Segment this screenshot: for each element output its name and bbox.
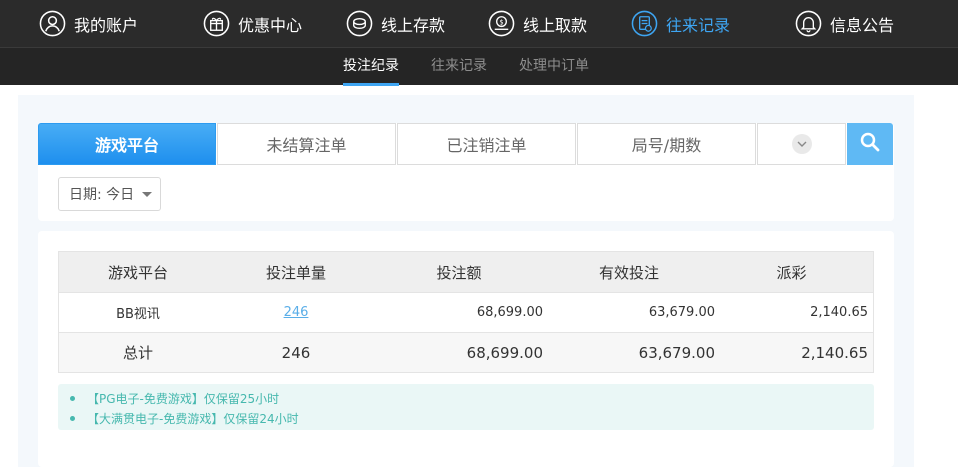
total-label: 总计 <box>122 344 153 362</box>
svg-text:$: $ <box>499 18 503 26</box>
bullet-icon <box>70 395 75 401</box>
total-count: 246 <box>281 343 311 362</box>
results-card: 游戏平台 投注单量 投注额 有效投注 派彩 BB视讯 246 68,699.00… <box>38 231 894 467</box>
tab-unsettled[interactable]: 未结算注单 <box>217 123 396 165</box>
nav-item-label: 信息公告 <box>830 15 895 35</box>
tab-cancelled[interactable]: 已注销注单 <box>397 123 576 165</box>
bullet-icon <box>70 415 75 421</box>
deposit-icon <box>346 10 373 37</box>
nav-item-records[interactable]: 往来记录 <box>631 0 730 47</box>
top-nav: 我的账户 优惠中心 线上存款 $ 线上取款 往来记录 信息公告 <box>0 0 958 47</box>
nav-item-label: 优惠中心 <box>238 15 303 35</box>
withdraw-icon: $ <box>488 10 515 37</box>
subnav-item-bet-records[interactable]: 投注纪录 <box>343 48 399 86</box>
records-icon <box>631 10 658 37</box>
notice-item: 【PG电子-免费游戏】仅保留25小时 <box>70 388 862 408</box>
table-total-row: 总计 246 68,699.00 63,679.00 2,140.65 <box>59 332 873 372</box>
tab-bar: 游戏平台 未结算注单 已注销注单 局号/期数 <box>38 123 894 165</box>
total-payout: 2,140.65 <box>801 343 868 362</box>
nav-item-announcements[interactable]: 信息公告 <box>795 0 894 47</box>
sub-nav: 投注纪录 往来记录 处理中订单 <box>0 47 958 86</box>
column-header: 派彩 <box>776 263 807 282</box>
notice-text: 【PG电子-免费游戏】仅保留25小时 <box>87 391 280 406</box>
table-row: BB视讯 246 68,699.00 63,679.00 2,140.65 <box>59 292 873 332</box>
gift-icon <box>203 10 230 37</box>
tab-more-dropdown[interactable] <box>757 123 846 165</box>
cell-count: 246 <box>217 293 375 332</box>
user-icon <box>39 10 66 37</box>
tab-round-number[interactable]: 局号/期数 <box>577 123 756 165</box>
column-header: 投注额 <box>436 263 482 282</box>
nav-item-label: 线上存款 <box>381 15 446 35</box>
nav-item-label: 往来记录 <box>666 15 731 35</box>
nav-item-label: 我的账户 <box>74 15 139 35</box>
table-header-row: 游戏平台 投注单量 投注额 有效投注 派彩 <box>59 252 873 292</box>
search-button[interactable] <box>847 123 893 165</box>
bell-icon <box>795 10 822 37</box>
filter-card: 游戏平台 未结算注单 已注销注单 局号/期数 日期: 今日 <box>38 123 894 221</box>
nav-item-label: 线上取款 <box>523 15 588 35</box>
column-header: 有效投注 <box>598 263 659 282</box>
date-select-label: 日期: 今日 <box>69 187 135 203</box>
column-header: 游戏平台 <box>107 263 168 282</box>
notice-item: 【大满贯电子-免费游戏】仅保留24小时 <box>70 408 862 428</box>
cell-payout: 2,140.65 <box>810 305 868 320</box>
subnav-item-pending-orders[interactable]: 处理中订单 <box>519 48 589 86</box>
caret-down-icon <box>142 191 153 197</box>
column-header: 投注单量 <box>265 263 326 282</box>
total-amount: 68,699.00 <box>466 343 543 362</box>
date-select[interactable]: 日期: 今日 <box>58 177 161 211</box>
cell-amount: 68,699.00 <box>476 305 543 320</box>
cell-platform: BB视讯 <box>116 307 160 322</box>
nav-item-deposit[interactable]: 线上存款 <box>346 0 445 47</box>
notice-text: 【大满贯电子-免费游戏】仅保留24小时 <box>87 411 299 426</box>
nav-item-withdraw[interactable]: $ 线上取款 <box>488 0 587 47</box>
chevron-down-icon <box>791 134 812 154</box>
cell-valid-bet: 63,679.00 <box>648 305 715 320</box>
summary-table: 游戏平台 投注单量 投注额 有效投注 派彩 BB视讯 246 68,699.00… <box>58 251 874 373</box>
content-area: 游戏平台 未结算注单 已注销注单 局号/期数 日期: 今日 游戏平台 投注单量 … <box>18 95 914 467</box>
subnav-item-transactions[interactable]: 往来记录 <box>431 48 487 86</box>
notice-box: 【PG电子-免费游戏】仅保留25小时 【大满贯电子-免费游戏】仅保留24小时 <box>58 384 874 430</box>
nav-item-account[interactable]: 我的账户 <box>39 0 138 47</box>
tab-game-platform[interactable]: 游戏平台 <box>38 123 216 165</box>
search-icon <box>860 132 880 156</box>
nav-item-promotions[interactable]: 优惠中心 <box>203 0 302 47</box>
bet-count-link[interactable]: 246 <box>284 305 309 320</box>
total-valid-bet: 63,679.00 <box>638 343 715 362</box>
